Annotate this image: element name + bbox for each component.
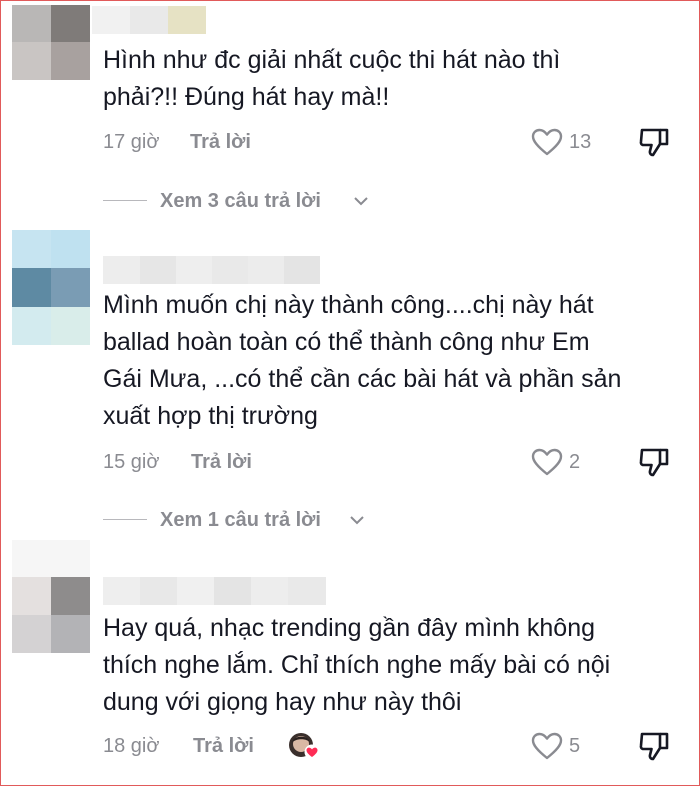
avatar-pixel (12, 42, 51, 80)
creator-liked-badge-icon (288, 731, 320, 761)
avatar-pixel (51, 5, 90, 42)
name-blur (168, 6, 206, 34)
comment-text: Hình như đc giải nhất cuộc thi hát nào t… (103, 42, 683, 116)
chevron-down-icon (350, 516, 364, 525)
comment-text-line: dung với giọng hay như này thôi (103, 688, 462, 716)
name-blur (92, 6, 130, 34)
view-replies-button[interactable]: Xem 1 câu trả lời (103, 505, 403, 535)
replies-divider (103, 200, 147, 201)
chevron-down-icon (354, 197, 368, 206)
view-replies-button[interactable]: Xem 3 câu trả lời (103, 186, 403, 216)
comment-text: Hay quá, nhạc trending gần đây mình khôn… (103, 610, 683, 721)
avatar-pixel (51, 615, 90, 653)
like-button[interactable]: 13 (531, 127, 601, 157)
name-blur (140, 577, 177, 605)
name-blur (251, 577, 288, 605)
name-blur (214, 577, 251, 605)
avatar-pixel (51, 230, 90, 268)
name-blur (130, 6, 168, 34)
commenter-username[interactable] (103, 577, 326, 605)
comment-actions: 17 giờ Trả lời 13 (103, 127, 693, 157)
name-blur (212, 256, 248, 284)
dislike-button[interactable] (638, 447, 670, 477)
avatar-pixel (12, 615, 51, 653)
name-blur (284, 256, 320, 284)
comment-text-line: phải?!! Đúng hát hay mà!! (103, 83, 390, 111)
avatar-pixel (51, 577, 90, 615)
avatar-pixel (12, 540, 90, 577)
name-blur (103, 256, 140, 284)
comment-actions: 15 giờ Trả lời 2 (103, 447, 693, 477)
like-button[interactable]: 5 (531, 731, 601, 761)
reply-button[interactable]: Trả lời (190, 127, 251, 157)
avatar-pixel (51, 307, 90, 345)
comment-time: 15 giờ (103, 451, 160, 473)
dislike-button[interactable] (638, 127, 670, 157)
commenter-username[interactable] (92, 6, 206, 34)
name-blur (177, 577, 214, 605)
name-blur (288, 577, 326, 605)
comment-text-line: thích nghe lắm. Chỉ thích nghe mấy bài c… (103, 651, 611, 679)
avatar-pixel (12, 307, 51, 345)
dislike-button[interactable] (638, 731, 670, 761)
thumbs-down-icon (639, 128, 669, 157)
like-count: 2 (569, 451, 581, 473)
heart-outline-icon (531, 128, 563, 156)
comment-time: 17 giờ (103, 131, 160, 153)
comment-text-line: Gái Mưa, ...có thể cần các bài hát và ph… (103, 365, 622, 393)
like-count: 5 (569, 735, 581, 757)
avatar-pixel (51, 42, 90, 80)
reply-button[interactable]: Trả lời (191, 447, 252, 477)
commenter-username[interactable] (103, 256, 320, 284)
commenter-avatar[interactable] (12, 5, 90, 80)
comment-text: Mình muốn chị này thành công....chị này … (103, 287, 683, 435)
comment-actions: 18 giờ Trả lời 5 (103, 731, 693, 761)
comment-text-line: Mình muốn chị này thành công....chị này … (103, 291, 594, 319)
name-blur (103, 577, 140, 605)
view-replies-label: Xem 1 câu trả lời (160, 509, 321, 531)
reply-button[interactable]: Trả lời (193, 731, 254, 761)
heart-outline-icon (531, 732, 563, 760)
thumbs-down-icon (639, 448, 669, 477)
view-replies-label: Xem 3 câu trả lời (160, 190, 321, 212)
creator-avatar-icon (289, 733, 320, 760)
name-blur (176, 256, 212, 284)
commenter-avatar[interactable] (12, 230, 90, 345)
like-count: 13 (569, 131, 592, 153)
comment-text-line: Hình như đc giải nhất cuộc thi hát nào t… (103, 46, 561, 74)
avatar-pixel (12, 268, 51, 307)
avatar-pixel (12, 5, 51, 42)
comment-text-line: xuất hợp thị trường (103, 402, 318, 430)
comment-text-line: Hay quá, nhạc trending gần đây mình khôn… (103, 614, 596, 642)
avatar-pixel (12, 230, 51, 268)
replies-divider (103, 519, 147, 520)
thumbs-down-icon (639, 732, 669, 761)
avatar-pixel (12, 577, 51, 615)
comment-time: 18 giờ (103, 735, 160, 757)
name-blur (140, 256, 176, 284)
heart-outline-icon (531, 448, 563, 476)
like-button[interactable]: 2 (531, 447, 601, 477)
commenter-avatar[interactable] (12, 540, 90, 653)
name-blur (248, 256, 284, 284)
comment-text-line: ballad hoàn toàn có thể thành công như E… (103, 328, 590, 356)
avatar-pixel (51, 268, 90, 307)
